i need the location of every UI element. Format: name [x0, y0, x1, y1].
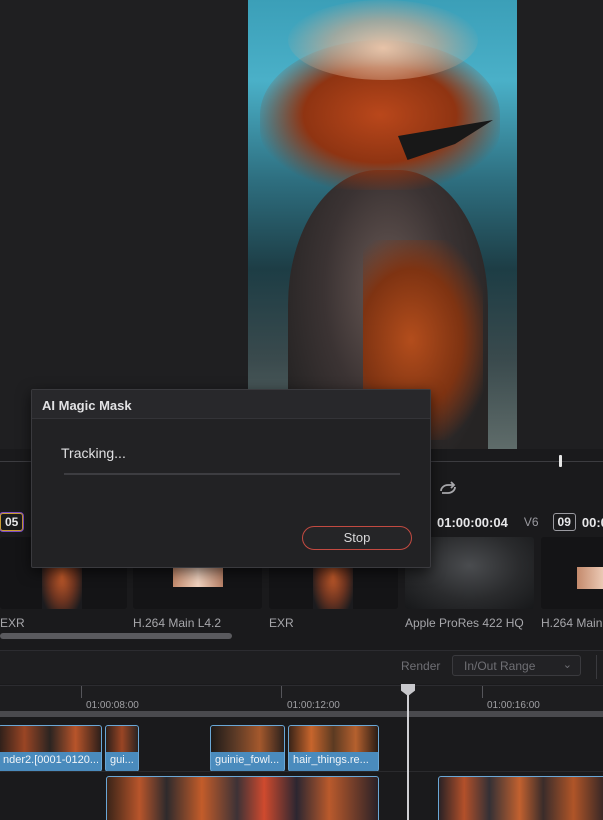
resolve-window: 05 01:00:00:04 V6 09 00:00 EXR H.264 Mai… — [0, 0, 603, 820]
dialog-title: AI Magic Mask — [42, 398, 132, 413]
render-row: Render In/Out Range ⌄ — [0, 650, 603, 684]
ruler-tick-label: 01:00:16:00 — [487, 700, 540, 711]
ai-magic-mask-dialog: AI Magic Mask Tracking... Stop — [31, 389, 431, 568]
timeline-clip[interactable]: nder2.[0001-0120... — [0, 725, 102, 772]
clip-thumbnail[interactable] — [541, 537, 603, 609]
clip-timecode: 00:00 — [581, 514, 603, 530]
timeline-clip[interactable]: gui... — [105, 725, 139, 772]
clip-codec: H.264 Main L4.2 — [133, 616, 222, 630]
timeline-clip[interactable]: hair_things.re... — [288, 725, 379, 772]
clip-number-badge[interactable]: 09 — [552, 513, 576, 531]
timeline-tracks: nder2.[0001-0120... gui... guinie_fowl..… — [0, 717, 603, 820]
clip-track: V6 — [523, 515, 539, 529]
playhead-line[interactable] — [407, 695, 409, 820]
loop-icon[interactable] — [436, 478, 460, 500]
chevron-down-icon: ⌄ — [562, 659, 572, 671]
clip-strip-scrollbar[interactable] — [0, 633, 232, 639]
clip-codec: EXR — [0, 616, 25, 630]
timeline-clip[interactable] — [438, 776, 603, 820]
tracking-progress-bar — [64, 473, 400, 475]
timeline-clip-name: guinie_fowl... — [215, 754, 280, 766]
render-label: Render — [401, 659, 441, 673]
viewer — [0, 0, 603, 449]
dialog-status-text: Tracking... — [61, 445, 126, 461]
ruler-tick-label: 01:00:12:00 — [287, 700, 340, 711]
stop-button[interactable]: Stop — [302, 526, 412, 550]
clip-header-05: 05 — [0, 513, 24, 531]
timeline-clip[interactable]: guinie_fowl... — [210, 725, 285, 772]
clip-codec: EXR — [269, 616, 294, 630]
dialog-title-bar[interactable]: AI Magic Mask — [32, 390, 430, 419]
viewer-scrub-handle[interactable] — [559, 455, 562, 467]
render-range-value: In/Out Range — [464, 659, 536, 673]
divider — [596, 655, 597, 679]
track-separator — [0, 771, 603, 772]
timeline-clip-name: hair_things.re... — [293, 754, 369, 766]
timeline-clip-name: gui... — [110, 754, 134, 766]
render-range-select[interactable]: In/Out Range ⌄ — [452, 655, 581, 676]
clip-codec: H.264 Main — [541, 616, 603, 630]
clip-timecode: 01:00:00:04 — [437, 514, 508, 530]
ruler-tick-label: 01:00:08:00 — [86, 700, 139, 711]
timeline-clip-name: nder2.[0001-0120... — [3, 754, 98, 766]
clip-codec: Apple ProRes 422 HQ — [405, 616, 524, 630]
timeline-clip[interactable] — [106, 776, 379, 820]
clip-header-08: 01:00:00:04 V6 09 00:00 — [437, 513, 603, 531]
viewer-frame-image — [248, 0, 517, 449]
clip-number-badge[interactable]: 05 — [0, 513, 24, 531]
